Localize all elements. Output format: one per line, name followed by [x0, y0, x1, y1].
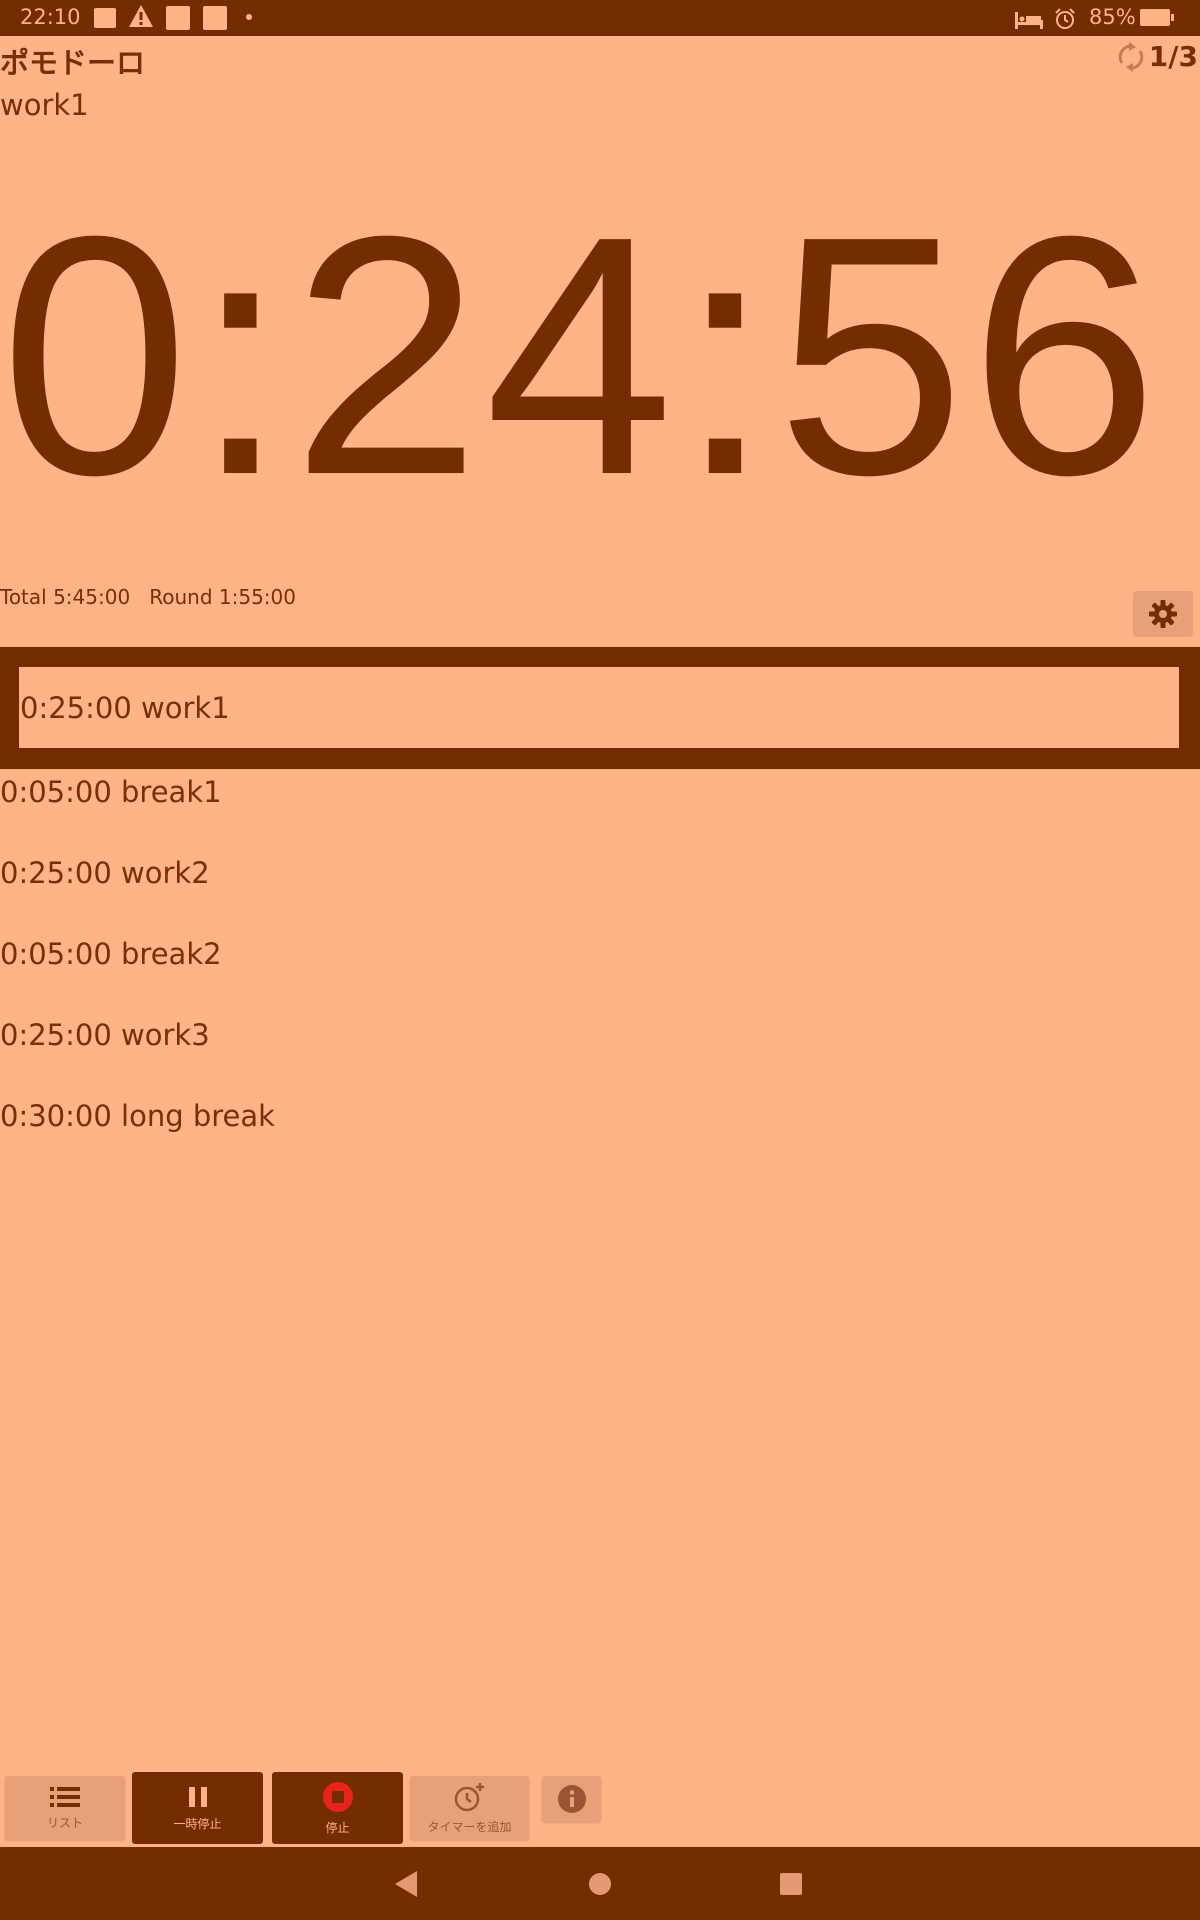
pause-button[interactable]: 一時停止	[132, 1772, 263, 1844]
add-timer-button[interactable]: タイマーを追加	[410, 1776, 529, 1840]
round-indicator: 1/3	[1117, 40, 1198, 73]
timer-list: 0:05:00 break1 0:25:00 work2 0:05:00 bre…	[0, 769, 1200, 1174]
warning-icon	[129, 5, 153, 27]
gear-icon	[1149, 600, 1177, 628]
battery-level: 85%	[1089, 5, 1136, 29]
app-square-icon	[166, 6, 190, 30]
bottom-toolbar: リスト 一時停止 停止 タイマーを追加	[0, 1770, 1200, 1846]
list-item[interactable]: 0:05:00 break1	[0, 769, 1200, 850]
app-title: ポモドーロ	[0, 46, 146, 80]
list-item[interactable]: 0:25:00 work2	[0, 850, 1200, 931]
status-bar: 22:10 85%	[0, 0, 1200, 36]
recent-apps-icon[interactable]	[780, 1873, 802, 1895]
back-icon[interactable]	[395, 1871, 417, 1897]
round-counter: 1/3	[1148, 40, 1198, 73]
navigation-bar	[0, 1847, 1200, 1920]
battery-charging-icon	[1140, 9, 1174, 26]
list-button-label: リスト	[46, 1815, 83, 1830]
add-alarm-icon	[454, 1782, 484, 1811]
stop-icon	[322, 1781, 353, 1812]
list-item-label: 0:25:00 work1	[20, 691, 230, 725]
add-timer-button-label: タイマーを追加	[427, 1819, 512, 1834]
list-item-label: 0:30:00 long break	[0, 1099, 275, 1133]
bed-icon	[1015, 12, 1043, 29]
status-time: 22:10	[20, 5, 81, 29]
pause-button-label: 一時停止	[173, 1816, 222, 1831]
app-square-icon	[203, 6, 227, 30]
list-icon	[50, 1786, 80, 1807]
picture-icon	[94, 8, 116, 28]
info-icon	[557, 1785, 586, 1813]
stop-button-label: 停止	[325, 1820, 350, 1835]
list-item-label: 0:05:00 break1	[0, 775, 222, 809]
current-timer-name: work1	[0, 88, 89, 122]
list-button[interactable]: リスト	[5, 1776, 125, 1840]
totals-summary: Total 5:45:00 Round 1:55:00	[0, 585, 296, 609]
stop-button[interactable]: 停止	[272, 1772, 403, 1844]
alarm-icon	[1055, 8, 1075, 29]
list-item[interactable]: 0:25:00 work3	[0, 1012, 1200, 1093]
list-item[interactable]: 0:05:00 break2	[0, 931, 1200, 1012]
selected-timer-frame: 0:25:00 work1	[0, 647, 1200, 769]
list-item-selected[interactable]: 0:25:00 work1	[19, 667, 1179, 748]
home-icon[interactable]	[589, 1873, 611, 1895]
list-item-label: 0:25:00 work3	[0, 1018, 210, 1052]
settings-button[interactable]	[1133, 591, 1193, 637]
info-button[interactable]	[542, 1776, 601, 1822]
countdown-display: 0:24:56	[0, 166, 1163, 546]
dot-icon	[246, 14, 252, 20]
repeat-icon	[1118, 41, 1144, 72]
pause-icon	[188, 1786, 207, 1807]
list-item-label: 0:25:00 work2	[0, 856, 210, 890]
list-item[interactable]: 0:30:00 long break	[0, 1093, 1200, 1174]
list-item-label: 0:05:00 break2	[0, 937, 222, 971]
